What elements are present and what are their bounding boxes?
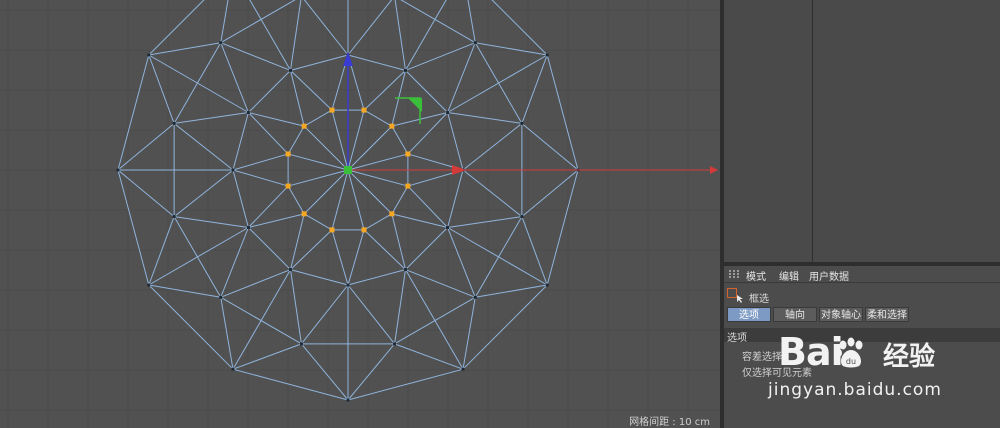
- cursor-icon: [737, 295, 743, 303]
- tab-soft-selection[interactable]: 柔和选择: [865, 307, 909, 322]
- object-list-column: [724, 0, 813, 262]
- x-axis-end-icon: [710, 166, 718, 174]
- grip-icon[interactable]: [729, 270, 739, 278]
- menu-mode[interactable]: 模式: [746, 268, 766, 283]
- active-tool-row: 框选: [724, 286, 1000, 305]
- tool-name: 框选: [749, 294, 769, 305]
- mesh-wireframe[interactable]: [0, 0, 720, 428]
- y-axis-arrow-icon: [343, 52, 353, 66]
- watermark-logo-text: Bai: [778, 330, 844, 374]
- tab-axis[interactable]: 轴向: [773, 307, 817, 322]
- baidu-jingyan-watermark: Bai du 经验 jingyan.baidu.com: [768, 330, 1000, 410]
- baidu-paw-icon: du: [836, 337, 863, 368]
- attribute-menubar: 模式 编辑 用户数据: [724, 266, 1000, 283]
- object-tags-column: [813, 0, 999, 262]
- tab-object-axis[interactable]: 对象轴心: [819, 307, 863, 322]
- watermark-jingyan-text: 经验: [883, 342, 936, 372]
- menu-edit[interactable]: 编辑: [779, 268, 799, 283]
- gizmo-center-icon: [344, 166, 352, 174]
- svg-text:du: du: [846, 357, 856, 366]
- object-manager-panel: [724, 0, 1000, 262]
- tab-options[interactable]: 选项: [727, 307, 771, 322]
- editor-viewport[interactable]: 网格间距 : 10 cm: [0, 0, 720, 428]
- x-axis-arrow-icon: [452, 165, 466, 175]
- menu-user-data[interactable]: 用户数据: [809, 268, 849, 283]
- watermark-url: jingyan.baidu.com: [768, 380, 942, 400]
- grid-spacing-label: 网格间距 : 10 cm: [629, 417, 710, 428]
- box-select-icon: [727, 288, 737, 298]
- section-title: 选项: [727, 333, 747, 344]
